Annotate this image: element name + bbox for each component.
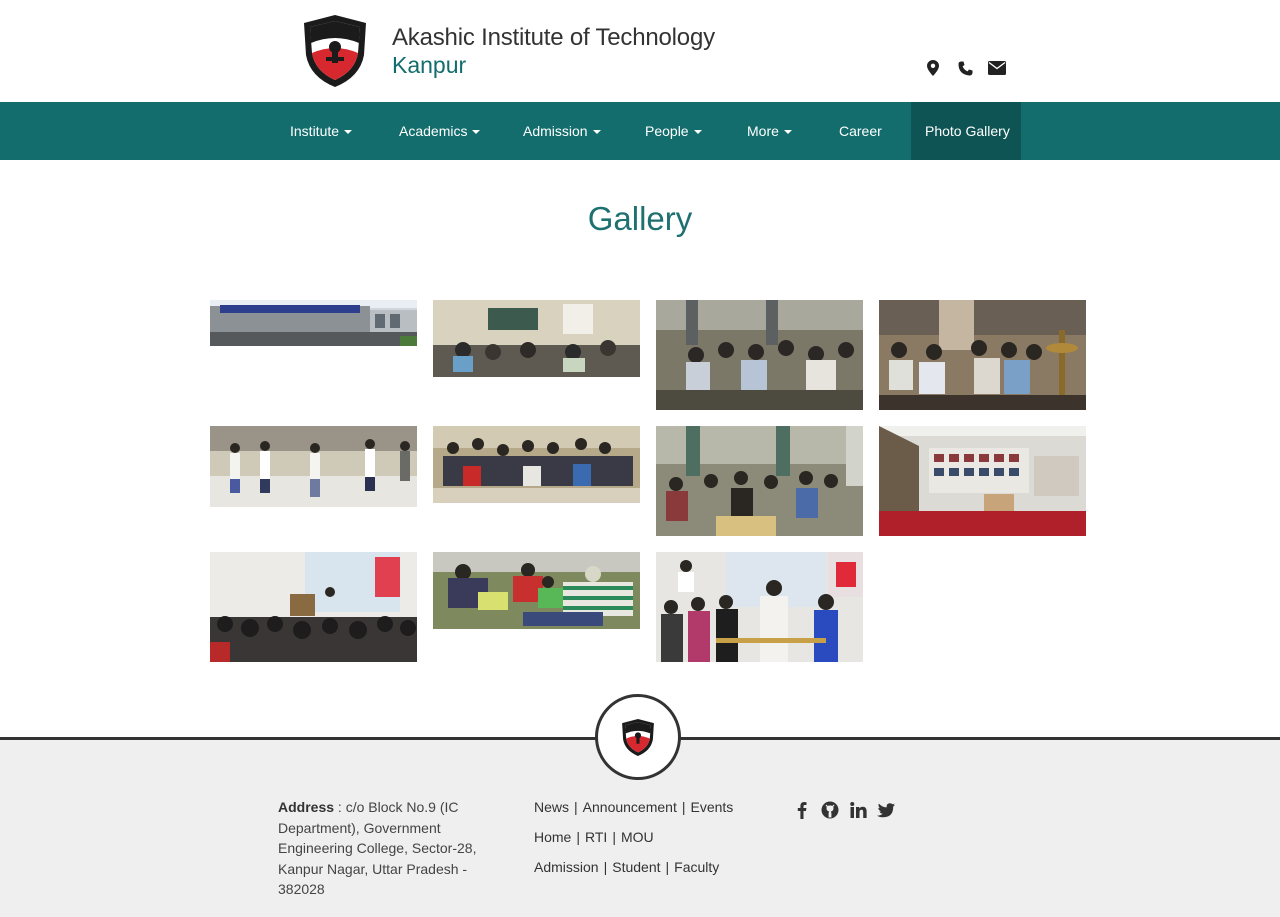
address-label: Address — [278, 799, 335, 815]
nav-more-label: More — [747, 123, 779, 139]
nav-photo-gallery[interactable]: Photo Gallery — [911, 102, 1021, 160]
seminar-audience-photo[interactable] — [656, 300, 863, 410]
nav-admission[interactable]: Admission — [523, 102, 601, 160]
nav-academics-label: Academics — [399, 123, 468, 139]
main-navbar: Institute Academics Admission People Mor… — [0, 102, 1280, 160]
footer-links: News | Announcement | Events Home | RTI | MOU Ad… — [534, 797, 733, 887]
separator: | — [681, 799, 686, 815]
nav-photo-gallery-label: Photo Gallery — [925, 123, 1010, 139]
nav-more[interactable]: More — [747, 102, 792, 160]
nav-people[interactable]: People — [645, 102, 702, 160]
twitter-icon[interactable] — [875, 800, 897, 820]
footer-address: Address : c/o Block No.9 (IC Department)… — [278, 797, 493, 900]
github-icon[interactable] — [819, 800, 841, 820]
footer-link-events[interactable]: Events — [690, 799, 733, 815]
footer-link-home[interactable]: Home — [534, 829, 571, 845]
separator: | — [665, 859, 670, 875]
nav-career-label: Career — [839, 123, 882, 139]
caret-down-icon — [472, 130, 481, 135]
caret-down-icon — [693, 130, 702, 135]
footer-link-news[interactable]: News — [534, 799, 569, 815]
envelope-icon[interactable] — [986, 58, 1008, 78]
group-students-photo[interactable] — [433, 426, 640, 503]
caret-down-icon — [783, 130, 792, 135]
exhibition-room-photo[interactable] — [879, 426, 1086, 536]
phone-icon[interactable] — [954, 58, 976, 78]
institute-logo[interactable] — [302, 13, 368, 89]
institute-building-photo[interactable] — [210, 300, 417, 346]
footer-link-announcement[interactable]: Announcement — [583, 799, 677, 815]
site-header: Akashic Institute of Technology Kanpur — [0, 0, 1280, 102]
nav-admission-label: Admission — [523, 123, 588, 139]
contact-icons — [922, 58, 1008, 78]
caret-down-icon — [592, 130, 601, 135]
institute-name: Akashic Institute of Technology — [392, 24, 715, 51]
dance-event-photo[interactable] — [210, 426, 417, 507]
separator: | — [574, 799, 578, 815]
footer-link-row: News | Announcement | Events — [534, 797, 733, 827]
nav-academics[interactable]: Academics — [399, 102, 481, 160]
footer-logo[interactable] — [595, 694, 681, 780]
institute-city: Kanpur — [392, 52, 467, 78]
facebook-icon[interactable] — [791, 800, 813, 820]
separator: | — [576, 829, 580, 845]
outdoor-activity-photo[interactable] — [433, 552, 640, 629]
nav-institute-label: Institute — [290, 123, 340, 139]
award-ceremony-photo[interactable] — [656, 552, 863, 662]
classroom-photo[interactable] — [433, 300, 640, 377]
footer-link-row: Admission | Student | Faculty — [534, 857, 733, 887]
map-marker-icon[interactable] — [922, 58, 944, 78]
linkedin-icon[interactable] — [847, 800, 869, 820]
page-title: Gallery — [587, 200, 693, 237]
annual-day-audience-photo[interactable] — [210, 552, 417, 662]
footer-link-faculty[interactable]: Faculty — [674, 859, 719, 875]
separator: | — [612, 829, 616, 845]
lamp-lighting-photo[interactable] — [879, 300, 1086, 410]
footer-link-rti[interactable]: RTI — [585, 829, 607, 845]
nav-institute[interactable]: Institute — [290, 102, 353, 160]
footer-link-row: Home | RTI | MOU — [534, 827, 733, 857]
nav-people-label: People — [645, 123, 689, 139]
footer-link-admission[interactable]: Admission — [534, 859, 599, 875]
social-links — [791, 800, 897, 820]
caret-down-icon — [344, 130, 353, 135]
nav-career[interactable]: Career — [839, 102, 882, 160]
footer-link-student[interactable]: Student — [612, 859, 660, 875]
hall-audience-photo[interactable] — [656, 426, 863, 536]
footer-link-mou[interactable]: MOU — [621, 829, 654, 845]
separator: | — [603, 859, 608, 875]
